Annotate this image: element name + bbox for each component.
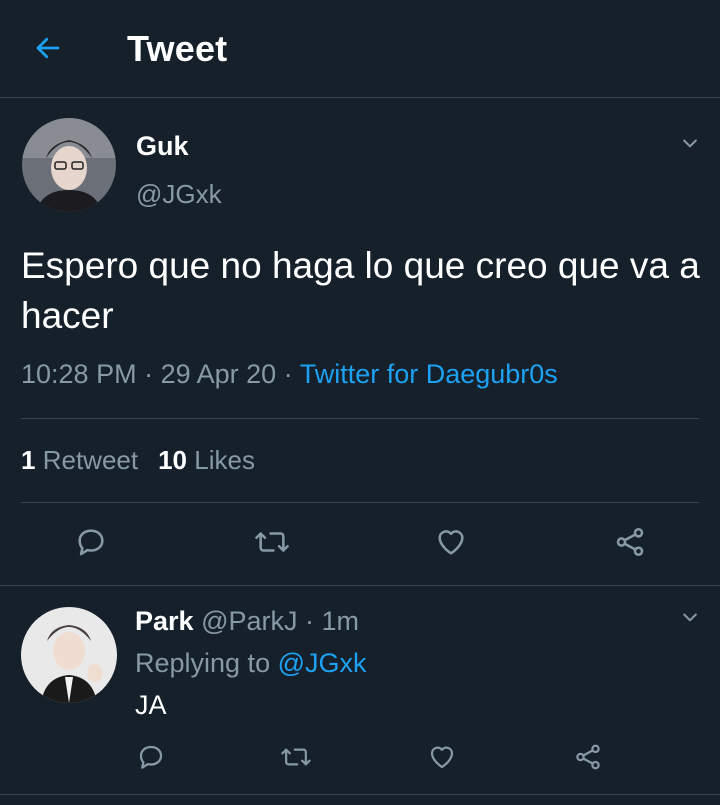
page-title: Tweet	[127, 28, 228, 69]
reply-reply-button[interactable]	[134, 742, 168, 776]
share-button[interactable]	[610, 524, 650, 564]
reply-author-handle[interactable]: @ParkJ	[201, 606, 297, 636]
tweet-date: 29 Apr 20	[160, 359, 277, 389]
heart-icon	[427, 742, 457, 777]
avatar[interactable]	[22, 118, 116, 212]
separator: ·	[276, 359, 300, 389]
tweet-meta: 10:28 PM · 29 Apr 20 · Twitter for Daegu…	[21, 359, 558, 390]
like-count: 10	[158, 445, 188, 475]
tweet-source-link[interactable]: Twitter for Daegubr0s	[300, 359, 558, 389]
reply-text: JA	[135, 690, 167, 720]
tweet-menu-button[interactable]	[678, 133, 702, 157]
reply-icon	[74, 525, 108, 564]
back-button[interactable]	[30, 32, 66, 68]
chevron-down-icon	[680, 607, 700, 632]
reply-header: Park @ParkJ · 1m	[135, 606, 359, 637]
tweet-time: 10:28 PM	[21, 359, 137, 389]
author-handle[interactable]: @JGxk	[136, 179, 222, 210]
reply-menu-button[interactable]	[678, 607, 702, 631]
arrow-left-icon	[33, 33, 63, 68]
reply-avatar[interactable]	[21, 607, 117, 703]
separator: ·	[136, 359, 161, 389]
reply-time: 1m	[321, 606, 360, 636]
retweet-icon	[280, 742, 312, 777]
like-button[interactable]	[431, 524, 471, 564]
retweet-button[interactable]	[252, 524, 292, 564]
divider	[21, 502, 699, 503]
share-icon	[612, 525, 648, 564]
tweet-stats: 1 Retweet 10 Likes	[21, 445, 255, 476]
divider	[0, 794, 720, 795]
replying-prefix: Replying to	[135, 648, 278, 678]
reply-author-name[interactable]: Park	[135, 606, 194, 636]
retweet-label: Retweet	[42, 445, 139, 475]
author-name[interactable]: Guk	[136, 131, 189, 162]
top-bar: Tweet	[0, 0, 720, 98]
tweet-text: Espero que no haga lo que creo que va a …	[21, 245, 700, 336]
mention-link[interactable]: @JGxk	[278, 648, 367, 678]
retweet-icon	[253, 525, 291, 564]
replying-to: Replying to @JGxk	[135, 648, 367, 679]
reply-button[interactable]	[71, 524, 111, 564]
retweet-count: 1	[21, 445, 36, 475]
divider	[0, 585, 720, 586]
separator: ·	[297, 606, 322, 636]
share-icon	[573, 742, 603, 777]
heart-icon	[433, 525, 469, 564]
like-stat[interactable]: 10 Likes	[158, 445, 255, 475]
chevron-down-icon	[680, 133, 700, 158]
reply-icon	[136, 742, 166, 777]
reply-like-button[interactable]	[425, 742, 459, 776]
reply-retweet-button[interactable]	[279, 742, 313, 776]
tweet-detail-screen: Tweet Guk @JGxk Espero que no haga lo qu…	[0, 0, 720, 805]
divider	[21, 418, 699, 419]
like-label: Likes	[194, 445, 255, 475]
retweet-stat[interactable]: 1 Retweet	[21, 445, 138, 475]
reply-share-button[interactable]	[571, 742, 605, 776]
